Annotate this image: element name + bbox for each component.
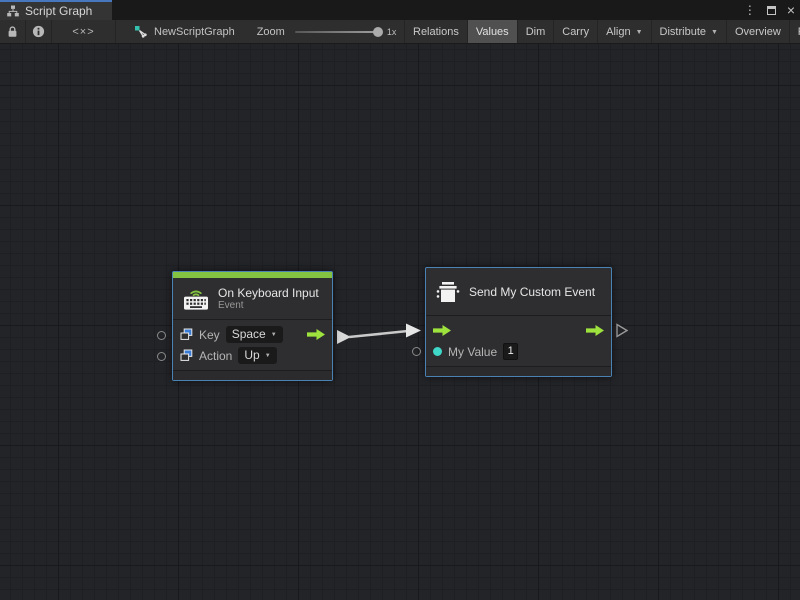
close-icon[interactable]: ×: [787, 3, 795, 17]
graph-tab-icon: [7, 5, 19, 17]
node-footer: [426, 367, 611, 376]
key-dropdown[interactable]: Space ▼: [226, 326, 283, 343]
port-label: Action: [199, 349, 232, 363]
my-value-input[interactable]: 1: [503, 343, 518, 360]
port-row-action: Action Up ▼: [180, 345, 325, 366]
port-label: Key: [199, 328, 220, 342]
caret-down-icon: ▼: [636, 29, 643, 36]
lock-button[interactable]: [0, 20, 26, 43]
toggle-dim[interactable]: Dim: [517, 20, 554, 43]
toggle-relations[interactable]: Relations: [404, 20, 467, 43]
caret-down-icon: ▼: [711, 29, 718, 36]
flow-output-port-icon[interactable]: [307, 329, 325, 340]
caret-down-icon: ▼: [265, 353, 271, 359]
port-label: My Value: [448, 345, 497, 359]
node-title-block: On Keyboard Input Event: [218, 286, 319, 312]
script-graph-asset-icon: [134, 25, 148, 38]
unconnected-flow-output-icon[interactable]: [617, 325, 627, 337]
tab-strip: Script Graph ⋮ ×: [0, 0, 800, 20]
node-send-my-custom-event[interactable]: Send My Custom Event My Value 1: [425, 267, 612, 377]
my-value-input-port[interactable]: [412, 347, 421, 356]
node-body: My Value 1: [426, 316, 611, 367]
caret-down-icon: ▼: [271, 332, 277, 338]
flow-output-port-icon[interactable]: [586, 325, 604, 336]
node-title: On Keyboard Input: [218, 286, 319, 300]
window-controls: ⋮ ×: [744, 0, 795, 20]
flow-input-port-icon[interactable]: [433, 325, 451, 336]
port-row-key: Key Space ▼: [180, 324, 325, 345]
zoom-slider-handle[interactable]: [373, 27, 383, 37]
port-row-my-value: My Value 1: [433, 341, 604, 362]
menu-distribute[interactable]: Distribute ▼: [651, 20, 726, 43]
menu-align[interactable]: Align ▼: [597, 20, 650, 43]
toggle-values[interactable]: Values: [467, 20, 517, 43]
action-dropdown[interactable]: Up ▼: [238, 347, 276, 364]
node-footer: [173, 371, 332, 380]
flow-input-arrowhead[interactable]: [406, 324, 421, 338]
node-header: Send My Custom Event: [426, 268, 611, 316]
keyboard-event-icon: [183, 287, 209, 310]
value-port-icon[interactable]: [433, 347, 442, 356]
flow-output-arrowhead[interactable]: [337, 330, 351, 344]
tab-title: Script Graph: [25, 4, 92, 18]
zoom-control: Zoom 1x: [257, 26, 397, 38]
graph-asset[interactable]: NewScriptGraph: [134, 25, 235, 38]
literal-value-icon: [180, 349, 193, 362]
action-input-port[interactable]: [157, 352, 166, 361]
custom-event-icon: [436, 281, 460, 303]
key-input-port[interactable]: [157, 331, 166, 340]
info-button[interactable]: [26, 20, 52, 43]
tab-script-graph[interactable]: Script Graph: [0, 0, 112, 20]
maximize-icon[interactable]: [767, 6, 776, 15]
graph-name-label: NewScriptGraph: [154, 26, 235, 38]
toggle-fullscreen[interactable]: Full S: [789, 20, 800, 43]
zoom-value: 1x: [387, 27, 397, 37]
literal-value-icon: [180, 328, 193, 341]
node-title: Send My Custom Event: [469, 285, 595, 299]
node-body: Key Space ▼ Action: [173, 320, 332, 371]
info-icon: [32, 25, 45, 38]
node-on-keyboard-input[interactable]: On Keyboard Input Event Key Space ▼: [172, 271, 333, 381]
toolbar-toggles: Relations Values Dim Carry Align ▼ Distr…: [404, 20, 800, 43]
toggle-overview[interactable]: Overview: [726, 20, 789, 43]
code-preview-button[interactable]: <×>: [52, 20, 116, 43]
port-row-flow: [433, 320, 604, 341]
connection-line[interactable]: [349, 331, 408, 337]
node-subtitle: Event: [218, 300, 319, 312]
node-header: On Keyboard Input Event: [173, 278, 332, 320]
menu-icon[interactable]: ⋮: [744, 4, 756, 16]
lock-icon: [7, 25, 18, 38]
zoom-label: Zoom: [257, 26, 285, 38]
toggle-carry[interactable]: Carry: [553, 20, 597, 43]
graph-toolbar: <×> NewScriptGraph Zoom 1x Relations Val…: [0, 20, 800, 44]
flow-connection-wire[interactable]: [0, 44, 800, 600]
script-graph-window: Script Graph ⋮ × <×>: [0, 0, 800, 600]
zoom-slider[interactable]: [295, 31, 379, 33]
graph-canvas[interactable]: On Keyboard Input Event Key Space ▼: [0, 44, 800, 600]
